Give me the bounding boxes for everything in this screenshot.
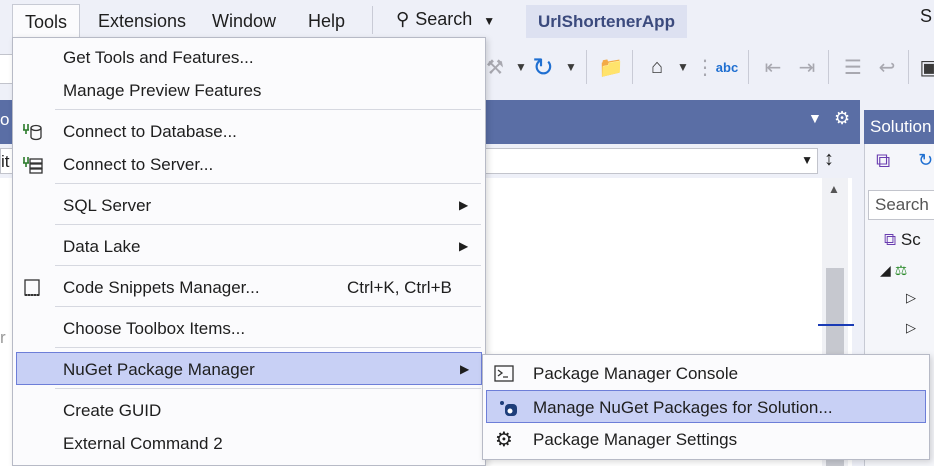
menu-separator <box>55 183 481 184</box>
menu-item-external-command-2[interactable]: External Command 2 <box>13 427 485 460</box>
toolbar-separator <box>586 50 587 84</box>
account-initial[interactable]: S <box>920 6 932 27</box>
menu-item-create-guid[interactable]: Create GUID <box>13 394 485 427</box>
menu-item-label: Create GUID <box>63 401 162 420</box>
menu-separator <box>55 109 481 110</box>
menu-item-sql-server[interactable]: SQL Server ▶ <box>13 189 485 222</box>
menu-extensions[interactable]: Extensions <box>86 4 198 38</box>
solution-search-placeholder: Search <box>875 195 929 214</box>
chevron-down-icon[interactable]: ▼ <box>808 110 822 126</box>
test-project-icon: ⚖ <box>894 262 908 278</box>
menu-item-connect-server[interactable]: Connect to Server... <box>13 148 485 181</box>
collapse-arrow-icon: ◢ <box>880 262 891 278</box>
indent-icon[interactable]: ⇥ <box>792 52 822 82</box>
submenu-item-package-manager-console[interactable]: Package Manager Console <box>483 357 929 390</box>
scroll-marker <box>818 324 854 326</box>
toolbar-separator <box>908 50 909 84</box>
menu-item-label: External Command 2 <box>63 434 223 453</box>
menu-separator <box>55 265 481 266</box>
submenu-item-label: Manage NuGet Packages for Solution... <box>533 398 833 417</box>
expand-arrow-icon[interactable]: ▷ <box>906 320 916 336</box>
search-icon: ⚲ <box>396 9 410 29</box>
uncomment-icon[interactable]: ↩ <box>872 52 902 82</box>
member-dropdown-value: it <box>1 152 10 171</box>
menu-tools[interactable]: Tools <box>12 4 81 38</box>
refresh-icon[interactable]: ↻ <box>528 52 558 82</box>
database-connect-icon <box>21 122 43 142</box>
visual-studio-icon[interactable]: ⧉ <box>876 150 890 173</box>
menu-item-manage-preview[interactable]: Manage Preview Features <box>13 74 485 107</box>
submenu-arrow-icon: ▶ <box>459 239 469 253</box>
chevron-down-icon: ▼ <box>483 14 496 28</box>
solution-root-label: Sc <box>900 230 921 249</box>
menu-item-label: Manage Preview Features <box>63 81 262 100</box>
expand-arrow-icon[interactable]: ▷ <box>906 290 916 306</box>
solution-icon: ⧉ <box>884 230 897 249</box>
menu-item-label: Connect to Database... <box>63 122 237 141</box>
comment-icon[interactable]: ☰ <box>838 52 868 82</box>
menu-window[interactable]: Window <box>200 4 288 38</box>
menu-item-connect-database[interactable]: Connect to Database... <box>13 115 485 148</box>
chevron-down-icon: ▼ <box>801 153 813 167</box>
menu-item-get-tools[interactable]: Get Tools and Features... <box>13 41 485 74</box>
menu-item-label: Data Lake <box>63 237 141 256</box>
toolbar-separator <box>828 50 829 84</box>
menu-item-label: Code Snippets Manager... <box>63 278 260 297</box>
app-title: UrlShortenerApp <box>526 5 687 39</box>
menu-separator <box>55 306 481 307</box>
menu-separator <box>55 347 481 348</box>
menu-extensions-label: Extensions <box>98 11 187 31</box>
project-item[interactable]: ◢ ⚖ <box>880 262 907 279</box>
menu-separator <box>372 6 373 34</box>
server-connect-icon <box>21 155 43 175</box>
editor-text: r <box>0 328 6 347</box>
submenu-item-manage-nuget-packages[interactable]: Manage NuGet Packages for Solution... <box>486 390 926 423</box>
solution-root-item[interactable]: ⧉ Sc <box>884 230 921 250</box>
solution-search-input[interactable]: Search <box>868 190 934 220</box>
menu-item-label: SQL Server <box>63 196 152 215</box>
toolbar-separator <box>632 50 633 84</box>
sync-icon[interactable]: ↻ <box>918 150 933 171</box>
menu-item-label: NuGet Package Manager <box>63 360 255 379</box>
solution-explorer-title: Solution <box>864 110 934 144</box>
search-label: Search <box>415 9 473 29</box>
submenu-arrow-icon: ▶ <box>459 198 469 212</box>
split-window-icon[interactable]: ↕ <box>824 148 834 171</box>
menu-help-label: Help <box>308 11 346 31</box>
menu-item-label: Connect to Server... <box>63 155 214 174</box>
outdent-icon[interactable]: ⇤ <box>758 52 788 82</box>
menu-help[interactable]: Help <box>296 4 357 38</box>
toolbar-separator <box>748 50 749 84</box>
menu-item-choose-toolbox[interactable]: Choose Toolbox Items... <box>13 312 485 345</box>
menu-tools-label: Tools <box>25 12 68 32</box>
menu-separator <box>55 388 481 389</box>
tools-menu: Get Tools and Features... Manage Preview… <box>12 37 486 466</box>
menu-item-data-lake[interactable]: Data Lake ▶ <box>13 230 485 263</box>
submenu-item-label: Package Manager Console <box>533 364 739 383</box>
menu-item-shortcut: Ctrl+K, Ctrl+B <box>347 278 452 297</box>
gear-icon[interactable]: ⚙ <box>834 108 850 129</box>
menu-separator <box>55 224 481 225</box>
menu-item-label: Get Tools and Features... <box>63 48 254 67</box>
nuget-icon <box>497 398 519 418</box>
submenu-item-package-manager-settings[interactable]: ⚙ Package Manager Settings <box>483 423 929 456</box>
submenu-item-label: Package Manager Settings <box>533 430 738 449</box>
menu-item-code-snippets[interactable]: Code Snippets Manager... Ctrl+K, Ctrl+B <box>13 271 485 304</box>
menu-bar: Tools Extensions Window Help ⚲ Search ▼ U… <box>0 0 934 39</box>
submenu-arrow-icon: ▶ <box>460 362 470 376</box>
bookmark-icon[interactable]: ▣ <box>914 52 934 82</box>
chevron-down-icon[interactable]: ▼ <box>556 52 586 82</box>
menu-item-label: Choose Toolbox Items... <box>63 319 246 338</box>
find-in-files-icon[interactable]: 📁 <box>596 52 626 82</box>
menu-item-nuget-package-manager[interactable]: NuGet Package Manager ▶ <box>16 352 482 385</box>
nuget-submenu: Package Manager Console Manage NuGet Pac… <box>482 354 930 460</box>
spell-check-icon[interactable]: abc <box>712 52 742 82</box>
search-button[interactable]: ⚲ Search ▼ <box>388 4 495 34</box>
scroll-up-icon[interactable]: ▲ <box>828 182 840 196</box>
console-icon <box>493 364 515 384</box>
menu-window-label: Window <box>212 11 277 31</box>
gear-icon: ⚙ <box>495 428 513 451</box>
code-snippets-icon <box>21 278 43 298</box>
document-tab-label[interactable]: o <box>0 110 9 130</box>
